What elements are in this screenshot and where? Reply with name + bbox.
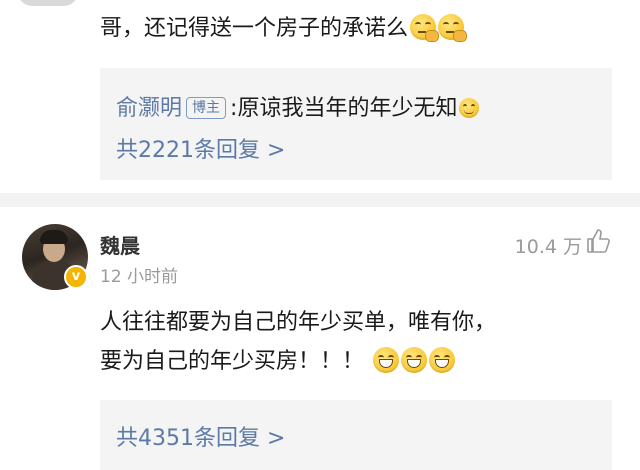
reply-box-main: 共4351条回复 > <box>100 400 612 470</box>
reply-text: 原谅我当年的年少无知 <box>237 96 458 121</box>
blogger-badge: 博主 <box>186 97 227 119</box>
reply-author-link[interactable]: 俞灏明 <box>116 96 182 121</box>
comment-top-text: 哥，还记得送一个房子的承诺么 <box>100 12 468 46</box>
comment-divider <box>0 193 640 207</box>
reply-count-link[interactable]: 共4351条回复 > <box>116 420 285 452</box>
comment-main-line2: 要为自己的年少买房！！！ <box>100 345 456 379</box>
grin-emoji-icon <box>373 347 400 373</box>
thinking-emoji-icon <box>438 14 468 42</box>
thinking-emoji-icon <box>410 14 440 42</box>
verified-icon: v <box>64 265 88 289</box>
like-count: 10.4 万 <box>514 236 582 258</box>
comment-time: 12 小时前 <box>100 267 179 287</box>
username-link[interactable]: 魏晨 <box>100 230 140 259</box>
grin-emoji-icon <box>429 347 456 373</box>
comment-main-line1: 人往往都要为自己的年少买单，唯有你， <box>100 310 497 335</box>
thumbs-up-icon[interactable] <box>586 228 610 254</box>
grin-emoji-icon <box>401 347 428 373</box>
reply-box-top: 俞灏明 博主:原谅我当年的年少无知 共2221条回复 > <box>100 68 612 180</box>
reply-count-link[interactable]: 共2221条回复 > <box>116 132 285 164</box>
reply-preview[interactable]: 俞灏明 博主:原谅我当年的年少无知 <box>116 90 480 122</box>
previous-avatar-edge <box>18 0 78 6</box>
smile-emoji-icon <box>459 98 480 118</box>
